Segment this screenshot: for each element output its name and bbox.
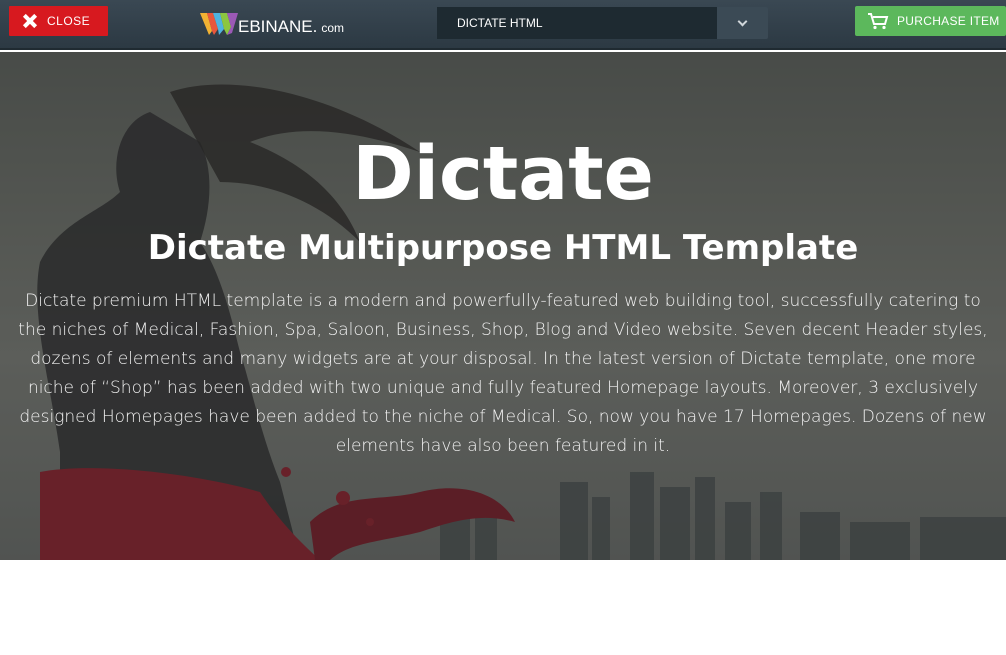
- hero-banner: Dictate Dictate Multipurpose HTML Templa…: [0, 52, 1006, 560]
- close-label: CLOSE: [47, 14, 91, 28]
- logo[interactable]: EBINANE. com: [200, 9, 344, 37]
- close-icon: [9, 6, 49, 36]
- hero-title: Dictate: [352, 131, 654, 217]
- logo-suffix: com: [321, 21, 345, 35]
- cart-icon: [868, 13, 889, 30]
- hero-description: Dictate premium HTML template is a moder…: [18, 291, 988, 456]
- logo-text: EBINANE.: [238, 17, 318, 36]
- hero-subtitle: Dictate Multipurpose HTML Template: [147, 228, 859, 268]
- webinane-logo-icon: [200, 13, 238, 35]
- theme-selector[interactable]: DICTATE HTML: [437, 7, 768, 39]
- page-blank-area: [0, 560, 1006, 655]
- purchase-item-button[interactable]: PURCHASE ITEM: [855, 6, 1006, 36]
- close-button[interactable]: CLOSE: [9, 6, 108, 36]
- selected-theme[interactable]: DICTATE HTML: [437, 7, 717, 39]
- purchase-label: PURCHASE ITEM: [897, 14, 1000, 28]
- selector-dropdown-button[interactable]: [717, 7, 768, 39]
- top-bar: CLOSE EBINANE. com DICTATE HTML PURCHASE…: [0, 0, 1006, 50]
- chevron-down-icon: [737, 16, 748, 26]
